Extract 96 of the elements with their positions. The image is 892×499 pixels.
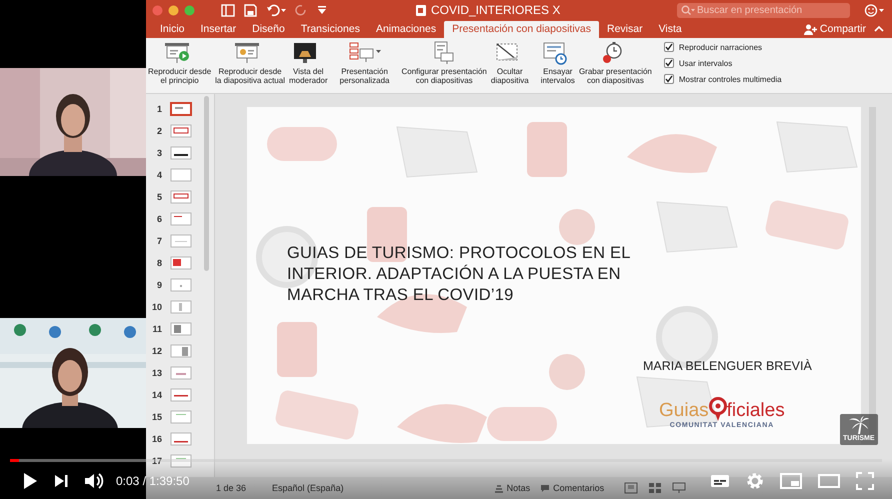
- ribbon-tab[interactable]: Inicio: [152, 21, 193, 38]
- slide-thumbnail[interactable]: [170, 432, 192, 446]
- window-control-icon[interactable]: [168, 4, 179, 16]
- ribbon-button[interactable]: Presentación personalizada: [338, 41, 392, 93]
- slide-thumbnail[interactable]: [170, 454, 192, 468]
- slide-thumbnail[interactable]: [170, 168, 192, 182]
- slide-thumbnail[interactable]: [170, 234, 192, 248]
- video-time: 0:03 / 1:39:50: [116, 474, 190, 488]
- checkbox[interactable]: [664, 74, 674, 84]
- miniplayer-icon[interactable]: [780, 472, 802, 488]
- smiley-icon[interactable]: [864, 4, 886, 16]
- slide-number: 15: [150, 412, 162, 422]
- add-person-icon: [804, 24, 817, 34]
- checkbox-label: Reproducir narraciones: [678, 42, 762, 52]
- slide-thumbnail[interactable]: [170, 344, 192, 358]
- window-title: COVID_INTERIORES X: [431, 3, 560, 17]
- slide-title: GUIAS DE TURISMO: PROTOCOLOS EN EL INTERIOR. ADAPTACIÓN A LA PUESTA EN MARCHA TRAS EL COVID’19: [287, 243, 631, 306]
- slides-list-icon: [348, 41, 382, 65]
- fullscreen-icon[interactable]: [856, 472, 874, 490]
- notes-icon: [494, 484, 504, 492]
- scrollbar[interactable]: [204, 96, 209, 271]
- comments-button[interactable]: Comentarios: [540, 483, 604, 493]
- slide-counter: 1 de 36: [216, 483, 246, 493]
- notes-button[interactable]: Notas: [494, 483, 530, 493]
- slide-number: 1: [156, 104, 162, 114]
- slide-thumbnail[interactable]: [170, 278, 192, 292]
- slide-number: 13: [150, 368, 162, 378]
- slide-number: 8: [156, 258, 162, 268]
- slide-thumbnail[interactable]: [170, 300, 192, 314]
- slide-thumbnail[interactable]: [170, 388, 192, 402]
- slide-number: 6: [156, 214, 162, 224]
- slide-thumbnail[interactable]: [170, 190, 192, 204]
- customize-icon[interactable]: [317, 5, 327, 15]
- grid-view-icon[interactable]: [648, 482, 662, 494]
- undo-icon[interactable]: [266, 4, 286, 16]
- next-icon[interactable]: [54, 474, 68, 488]
- ribbon-tab[interactable]: Presentación con diapositivas: [444, 21, 599, 38]
- slide-number: 5: [156, 192, 162, 202]
- slide-thumbnail[interactable]: [170, 146, 192, 160]
- settings-icon[interactable]: [746, 472, 764, 490]
- logo-text: Guias: [659, 401, 709, 421]
- ribbon-tab[interactable]: Insertar: [192, 21, 244, 38]
- slide-thumbnail[interactable]: [170, 322, 192, 336]
- ribbon-button[interactable]: Grabar presentación con diapositivas: [576, 41, 654, 93]
- slide-number: 4: [156, 170, 162, 180]
- ribbon-button[interactable]: Reproducir desde el principio: [146, 41, 214, 93]
- play-icon[interactable]: [22, 472, 38, 490]
- ribbon-tab[interactable]: Revisar: [599, 21, 651, 38]
- theater-mode-icon[interactable]: [818, 474, 840, 488]
- checkbox[interactable]: [664, 42, 674, 52]
- checkbox[interactable]: [664, 58, 674, 68]
- ribbon-tab[interactable]: Animaciones: [368, 21, 444, 38]
- search-field[interactable]: Buscar en presentación: [677, 2, 850, 18]
- logo-text: ficiales: [726, 401, 785, 421]
- collapse-icon[interactable]: [874, 25, 884, 33]
- slide-author: MARIA BELENGUER BREVIÀ: [643, 359, 812, 373]
- volume-icon[interactable]: [84, 472, 104, 490]
- slide-number: 9: [156, 280, 162, 290]
- slide-number: 2: [156, 126, 162, 136]
- checkbox-label: Usar intervalos: [678, 58, 732, 68]
- slide-number: 17: [150, 456, 162, 466]
- language-label: Español (España): [272, 483, 344, 493]
- reading-view-icon[interactable]: [672, 482, 686, 494]
- slide-thumbnail[interactable]: [170, 366, 192, 380]
- comment-icon: [540, 484, 550, 492]
- slide-number: 7: [156, 236, 162, 246]
- checkbox-label: Mostrar controles multimedia: [678, 74, 782, 84]
- slide-number: 11: [151, 324, 162, 334]
- palm-tree-icon: [848, 416, 869, 434]
- slide-thumbnail[interactable]: [170, 410, 192, 424]
- map-pin-icon: [708, 397, 727, 421]
- share-button[interactable]: Compartir: [804, 23, 866, 38]
- sidebar-icon[interactable]: [221, 4, 235, 16]
- slide-thumbnail[interactable]: [170, 256, 192, 270]
- slide-number: 10: [150, 302, 162, 312]
- search-icon: [681, 5, 695, 15]
- slide-thumbnail[interactable]: [170, 124, 192, 138]
- document-icon: [415, 4, 427, 16]
- ribbon-button[interactable]: Ensayar intervalos: [538, 41, 577, 93]
- normal-view-icon[interactable]: [624, 482, 638, 494]
- slide-thumbnail[interactable]: [170, 212, 192, 226]
- redo-icon: [295, 4, 308, 16]
- slide-thumbnail[interactable]: [170, 102, 192, 116]
- ribbon-button[interactable]: Configurar presentación con diapositivas: [399, 41, 489, 93]
- ribbon-button[interactable]: Vista del moderador: [286, 41, 330, 93]
- slide-number: 14: [150, 390, 162, 400]
- slide-number: 16: [150, 434, 162, 444]
- ribbon-button[interactable]: Reproducir desde la diapositiva actual: [213, 41, 287, 93]
- ribbon-tab[interactable]: Diseño: [244, 21, 293, 38]
- subtitles-icon[interactable]: [710, 474, 730, 488]
- ribbon-tab[interactable]: Vista: [650, 21, 690, 38]
- slide-number: 3: [156, 148, 162, 158]
- slide-number: 12: [150, 346, 162, 356]
- save-icon[interactable]: [244, 4, 257, 16]
- ribbon-button[interactable]: Ocultar diapositiva: [488, 41, 531, 93]
- ribbon-tab[interactable]: Transiciones: [292, 21, 368, 38]
